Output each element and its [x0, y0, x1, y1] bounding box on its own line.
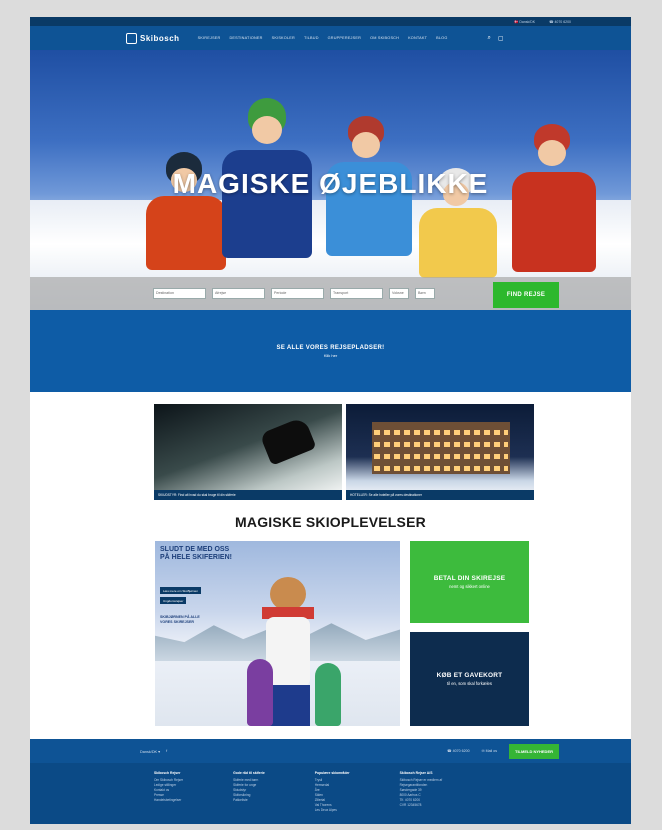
footer-link[interactable]: Handelsbetingelser: [154, 798, 183, 803]
footer-link[interactable]: Les Deux Alpes: [315, 808, 350, 813]
all-trips-banner[interactable]: SE ALLE VORES REJSEPLADSER! Klik her: [30, 310, 631, 392]
hero: MAGISKE ØJEBLIKKE Destination Afrejse Pe…: [30, 50, 631, 310]
children-select[interactable]: Børn: [415, 288, 435, 299]
promo-link-youth[interactable]: Ungdomsrejser: [160, 597, 187, 604]
page: 🇩🇰 Dansk/DK ☎ 4070 6200 Skibosch Skirejs…: [30, 17, 631, 824]
nav-item[interactable]: Om Skibosch: [370, 36, 399, 40]
cart-icon[interactable]: ▢: [498, 35, 504, 42]
equipment-card[interactable]: SKIUDSTYR: Find alt hvad du skal bruge t…: [154, 404, 342, 500]
transport-select[interactable]: Transport: [330, 288, 383, 299]
footer-phone[interactable]: ☎ 4070 6200: [447, 749, 469, 753]
tile-subtitle: nemt og sikkert online: [449, 584, 490, 589]
adults-select[interactable]: Voksne: [389, 288, 409, 299]
find-trip-button[interactable]: FIND REJSE: [493, 282, 559, 308]
card-caption: SKIUDSTYR: Find alt hvad du skal bruge t…: [154, 490, 342, 500]
logo-text: Skibosch: [140, 33, 180, 43]
footer-column: Skibosch Rejser A/S Skibosch Rejser er m…: [400, 771, 443, 824]
footer-column-heading: Populære skiområder: [314, 771, 350, 775]
footer-text: CVR 12345678: [399, 803, 422, 807]
banner-heading: SE ALLE VORES REJSEPLADSER!: [276, 344, 385, 351]
search-icon[interactable]: ⌕: [487, 35, 490, 42]
logo-mark-icon: [126, 32, 137, 44]
footer-column: Gode råd til skiferie Skiferie med børn …: [233, 771, 265, 824]
facebook-icon[interactable]: f: [166, 749, 167, 753]
nav-item[interactable]: Skiskoler: [272, 36, 295, 40]
departure-select[interactable]: Afrejse: [212, 288, 265, 299]
nav-icons: ⌕ ▢: [487, 35, 503, 42]
destination-select[interactable]: Destination: [153, 288, 206, 299]
nav-menu: Skirejser Destinationer Skiskoler Tilbud…: [198, 36, 448, 40]
search-bar: Destination Afrejse Periode Transport Vo…: [30, 277, 631, 310]
tile-title: KØB ET GAVEKORT: [436, 672, 503, 679]
content: SKIUDSTYR: Find alt hvad du skal bruge t…: [30, 392, 631, 739]
footer-email[interactable]: ✉ Mail os: [482, 749, 497, 753]
footer-links: Skibosch Rejser Om Skibosch Rejser Ledig…: [30, 763, 631, 824]
footer-link[interactable]: Pakkeliste: [233, 798, 265, 803]
footer-column: Skibosch Rejser Om Skibosch Rejser Ledig…: [154, 771, 183, 824]
nav-item[interactable]: Kontakt: [408, 36, 427, 40]
section-title: MAGISKE SKIOPLEVELSER: [235, 514, 426, 530]
period-select[interactable]: Periode: [271, 288, 324, 299]
footer-bar: Dansk/DK ▾ f ☎ 4070 6200 ✉ Mail os TILME…: [30, 739, 631, 763]
ski-glove-image: [259, 416, 317, 466]
promo-heading: SLUDT DE MED OSS PÅ HELE SKIFERIEN!: [160, 546, 232, 561]
footer-column-heading: Skibosch Rejser: [154, 771, 181, 775]
footer-language[interactable]: Dansk/DK ▾ f: [140, 749, 167, 754]
main-nav: Skibosch Skirejser Destinationer Skiskol…: [30, 26, 631, 50]
pay-trip-tile[interactable]: BETAL DIN SKIREJSE nemt og sikkert onlin…: [410, 541, 529, 623]
site-logo[interactable]: Skibosch: [126, 32, 180, 44]
hero-title: MAGISKE ØJEBLIKKE: [172, 168, 489, 199]
promo-kid-left: [247, 659, 273, 726]
footer-contact: ☎ 4070 6200 ✉ Mail os TILMELD NYHEDER: [447, 743, 559, 759]
mascot-promo[interactable]: SLUDT DE MED OSS PÅ HELE SKIFERIEN! Læs …: [155, 541, 400, 726]
tile-subtitle: til en, som skal forkæles: [447, 681, 492, 686]
footer-column-heading: Skibosch Rejser A/S: [399, 771, 433, 775]
promo-subtext: SKIBJØRNEN PÅ ALLE VORES SKIREJSER: [160, 615, 200, 624]
nav-item[interactable]: Tilbud: [304, 36, 319, 40]
promo-kid-right: [315, 663, 341, 726]
nav-item[interactable]: Blog: [436, 36, 447, 40]
newsletter-signup-button[interactable]: TILMELD NYHEDER: [509, 743, 559, 759]
tile-title: BETAL DIN SKIREJSE: [433, 575, 506, 582]
nav-item[interactable]: Destinationer: [229, 36, 262, 40]
utility-bar: 🇩🇰 Dansk/DK ☎ 4070 6200: [30, 17, 631, 26]
promo-link-mascot[interactable]: Læs mere om Ski-Bjørnen: [160, 587, 202, 594]
language-link[interactable]: 🇩🇰 Dansk/DK: [514, 20, 535, 24]
footer-column: Populære skiområder Trysil Hemsedal Åre …: [315, 771, 350, 824]
footer-column-heading: Gode råd til skiferie: [233, 771, 265, 775]
nav-item[interactable]: Skirejser: [198, 36, 221, 40]
hotels-card[interactable]: HOTELLER: Se alle hoteller på vores dest…: [346, 404, 534, 500]
nav-item[interactable]: Grupperejser: [328, 36, 361, 40]
banner-link[interactable]: Klik her: [324, 353, 337, 358]
footer-language-select[interactable]: Dansk/DK ▾: [140, 749, 160, 754]
card-caption: HOTELLER: Se alle hoteller på vores dest…: [346, 490, 534, 500]
gift-card-tile[interactable]: KØB ET GAVEKORT til en, som skal forkæle…: [410, 632, 529, 726]
phone-link[interactable]: ☎ 4070 6200: [549, 20, 571, 24]
